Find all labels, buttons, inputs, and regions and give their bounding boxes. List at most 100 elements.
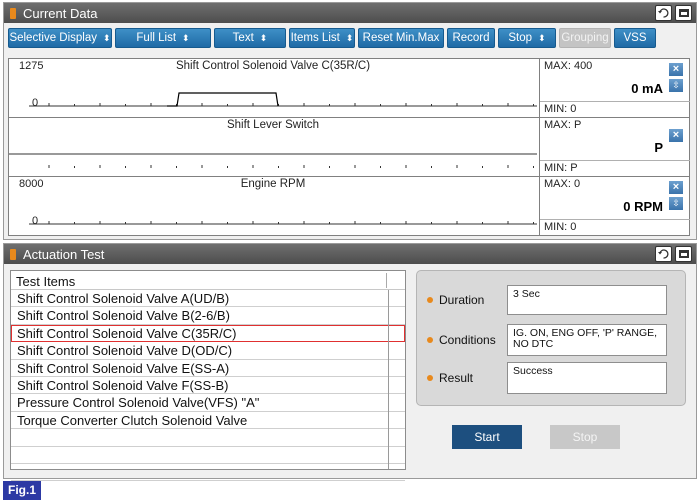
test-items-list: Test Items Shift Control Solenoid Valve …: [10, 270, 406, 482]
flag-icon: [10, 248, 16, 260]
toolbar-button-label: Text: [232, 32, 254, 44]
test-item-row[interactable]: Shift Control Solenoid Valve C(35R/C): [11, 324, 405, 343]
close-icon[interactable]: ×: [669, 129, 683, 142]
updown-arrow-icon: ⬍: [345, 32, 354, 43]
bullet-icon: [427, 337, 433, 343]
retry-icon: [658, 249, 669, 259]
start-button[interactable]: Start: [452, 425, 522, 449]
retry-button[interactable]: [655, 246, 672, 262]
graph-info: MAX: 0 0 RPM MIN: 0 × ⇳: [539, 177, 690, 235]
updown-arrow-icon: ⬍: [103, 32, 111, 43]
graph-info: MAX: P P MIN: P ×: [539, 118, 690, 176]
conditions-value: IG. ON, ENG OFF, 'P' RANGE, NO DTC: [507, 324, 667, 356]
column-divider: [388, 290, 389, 469]
toolbar-button[interactable]: Grouping: [559, 28, 611, 48]
current-data-title: Current Data: [23, 5, 98, 21]
toolbar-button[interactable]: Reset Min.Max: [358, 28, 444, 48]
graph-scale-min: 0: [32, 97, 39, 109]
graph-section: Shift Lever Switch MAX: P P MIN: P ×: [9, 118, 690, 177]
graph-area: 1275 Shift Control Solenoid Valve C(35R/C…: [8, 58, 690, 236]
graph-current-value: 0 RPM: [623, 199, 663, 214]
toolbar-button-label: VSS: [623, 32, 647, 44]
graph-section: 8000 Engine RPM 0 MAX: 00 RPM MIN: 0 × ⇳: [9, 177, 690, 236]
retry-button[interactable]: [655, 5, 672, 21]
figure-label: Fig.1: [3, 481, 42, 500]
updown-arrow-icon: ⬍: [538, 32, 546, 43]
test-item-row[interactable]: Shift Control Solenoid Valve D(OD/C): [11, 342, 405, 360]
bullet-icon: [427, 375, 433, 381]
toolbar-button[interactable]: Full List ⬍: [115, 28, 211, 48]
graph-max-label: MAX: 400: [544, 60, 593, 72]
updown-arrow-icon: ⬍: [259, 32, 268, 43]
test-item-row[interactable]: Shift Control Solenoid Valve F(SS-B): [11, 377, 405, 395]
graph-current-value: P: [654, 140, 663, 155]
conditions-row: Conditions IG. ON, ENG OFF, 'P' RANGE, N…: [427, 324, 667, 356]
result-value: Success: [507, 362, 667, 394]
retry-icon: [658, 8, 669, 18]
toolbar-button-label: Selective Display: [9, 32, 98, 44]
toolbar-button-label: Stop: [508, 32, 533, 44]
toolbar-button[interactable]: Selective Display ⬍: [8, 28, 112, 48]
toolbar-button-label: Grouping: [561, 32, 609, 44]
updown-arrow-icon: ⬍: [182, 32, 190, 43]
duration-value: 3 Sec: [507, 285, 667, 315]
window-icon: [678, 9, 689, 17]
graph-section: 1275 Shift Control Solenoid Valve C(35R/C…: [9, 59, 690, 118]
close-icon[interactable]: ×: [669, 63, 683, 76]
current-data-toolbar: Selective Display ⬍ Full List ⬍ Text ⬍ Items L…: [8, 28, 656, 48]
graph-current-value: 0 mA: [631, 81, 663, 96]
graph-min-label: MIN: 0: [544, 103, 577, 115]
result-row: Result Success: [427, 362, 667, 394]
toolbar-button[interactable]: Stop ⬍: [498, 28, 556, 48]
window-icon: [678, 250, 689, 258]
graph-max-label: MAX: P: [544, 119, 582, 131]
test-detail-box: Duration 3 Sec Conditions IG. ON, ENG OF…: [416, 270, 686, 406]
test-item-row[interactable]: Shift Control Solenoid Valve E(SS-A): [11, 360, 405, 377]
stop-button[interactable]: Stop: [550, 425, 620, 449]
graph-min-label: MIN: 0: [544, 221, 577, 233]
current-data-titlebar: Current Data: [4, 3, 696, 23]
flag-icon: [10, 7, 16, 19]
toolbar-button[interactable]: Record: [447, 28, 495, 48]
toolbar-button-label: Items List: [290, 32, 340, 44]
test-item-row[interactable]: [11, 447, 405, 464]
graph-title: Engine RPM: [240, 178, 306, 190]
duration-row: Duration 3 Sec: [427, 285, 667, 315]
toolbar-button[interactable]: Items List ⬍: [289, 28, 355, 48]
graph-max-label: MAX: 0: [544, 178, 581, 190]
test-items-header-label: Test Items: [16, 274, 76, 289]
test-item-row[interactable]: [11, 429, 405, 447]
graph-scale-min: 0: [32, 215, 39, 227]
window-button[interactable]: [675, 5, 692, 21]
close-icon[interactable]: ×: [669, 181, 683, 194]
bullet-icon: [427, 297, 433, 303]
min-divider: [540, 101, 690, 102]
header-divider: [386, 273, 387, 288]
test-items-header: Test Items: [11, 271, 405, 290]
graph-title: Shift Lever Switch: [226, 119, 320, 131]
scroll-updown-icon[interactable]: ⇳: [669, 197, 683, 210]
scroll-updown-icon[interactable]: ⇳: [669, 79, 683, 92]
test-item-row[interactable]: Pressure Control Solenoid Valve(VFS) "A": [11, 394, 405, 412]
result-label: Result: [439, 371, 474, 385]
graph-min-label: MIN: P: [544, 162, 578, 174]
test-item-row[interactable]: [11, 464, 405, 482]
min-divider: [540, 219, 690, 220]
actuation-test-titlebar: Actuation Test: [4, 244, 696, 264]
duration-label: Duration: [439, 293, 485, 307]
toolbar-button-label: Full List: [136, 32, 177, 44]
toolbar-button-label: Reset Min.Max: [362, 32, 440, 44]
test-item-row[interactable]: Shift Control Solenoid Valve B(2-6/B): [11, 307, 405, 325]
test-item-row[interactable]: Torque Converter Clutch Solenoid Valve: [11, 412, 405, 430]
min-divider: [540, 160, 690, 161]
window-button[interactable]: [675, 246, 692, 262]
test-item-row[interactable]: Shift Control Solenoid Valve A(UD/B): [11, 290, 405, 308]
graph-waveform: [167, 92, 279, 107]
graph-title: Shift Control Solenoid Valve C(35R/C): [175, 60, 371, 72]
conditions-label: Conditions: [439, 333, 496, 347]
toolbar-button-label: Record: [452, 32, 490, 44]
toolbar-button[interactable]: VSS: [614, 28, 656, 48]
graph-info: MAX: 400 0 mA MIN: 0 × ⇳: [539, 59, 690, 117]
toolbar-button[interactable]: Text ⬍: [214, 28, 286, 48]
actuation-test-title: Actuation Test: [23, 246, 105, 262]
